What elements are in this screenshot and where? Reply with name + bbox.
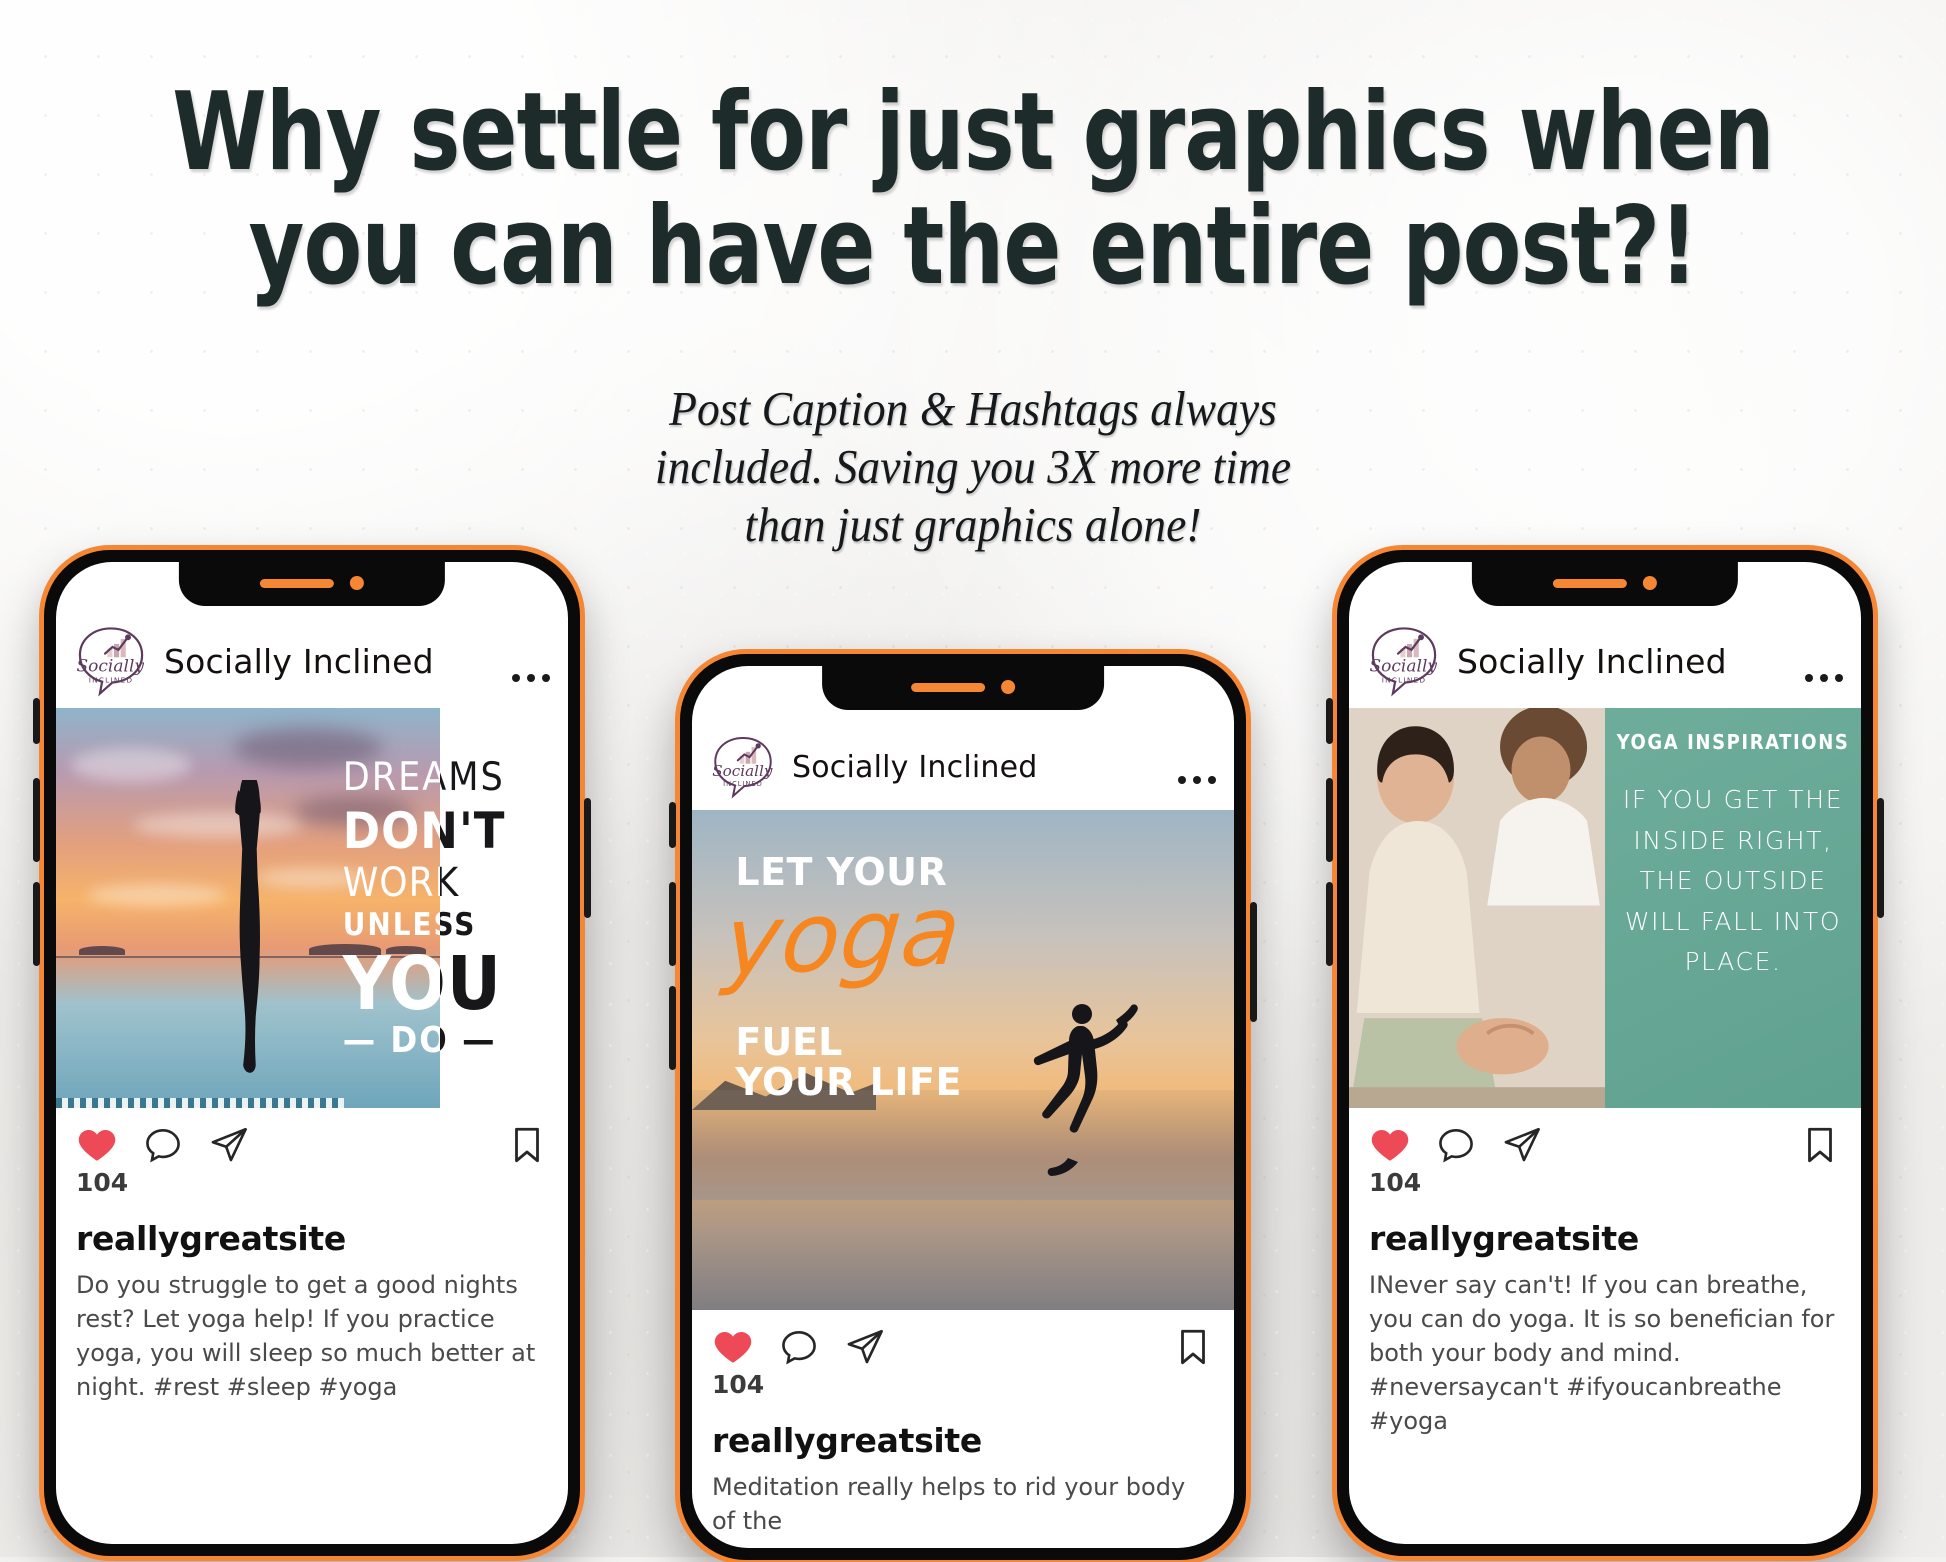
post-caption: INever say can't! If you can breathe, yo…	[1369, 1271, 1835, 1436]
like-count: 104	[76, 1168, 129, 1197]
more-options-icon[interactable]	[1178, 776, 1216, 784]
post-handle[interactable]: reallygreatsite	[1349, 1197, 1861, 1258]
comment-icon[interactable]	[778, 1326, 820, 1368]
green-quote-panel: YOGA INSPIRATIONS IF YOU GET THE INSIDE …	[1605, 708, 1861, 1108]
post-actions-1	[56, 1108, 568, 1166]
phone-1-volume-down-button[interactable]	[33, 882, 40, 966]
post-actions-3	[1349, 1108, 1861, 1166]
brand-logo-icon: Socially INCLINED	[1367, 624, 1441, 698]
phone-3-notch	[1471, 562, 1739, 606]
phone-3-power-button[interactable]	[1877, 798, 1884, 918]
brand-name: Socially Inclined	[792, 749, 1038, 785]
bookmark-icon[interactable]	[1172, 1326, 1214, 1368]
share-icon[interactable]	[1501, 1124, 1543, 1166]
speaker-icon	[259, 578, 334, 588]
comment-icon[interactable]	[1435, 1124, 1477, 1166]
phone-3-mute-button[interactable]	[1326, 698, 1333, 744]
phone-3-screen: Socially INCLINED Socially Inclined YOGA…	[1349, 562, 1861, 1544]
heart-icon[interactable]	[712, 1326, 754, 1368]
post-handle[interactable]: reallygreatsite	[56, 1197, 568, 1258]
camera-icon	[349, 576, 364, 590]
like-count: 104	[1369, 1168, 1422, 1197]
svg-text:Socially: Socially	[1370, 656, 1438, 676]
decorative-stripe	[56, 1098, 344, 1108]
meditation-photo	[1349, 708, 1605, 1108]
bookmark-icon[interactable]	[1799, 1124, 1841, 1166]
speaker-icon	[1552, 578, 1627, 588]
headline-line-1: Why settle for just graphics when	[172, 70, 1774, 195]
subtitle-line-3: than just graphics alone!	[744, 496, 1202, 552]
svg-text:INCLINED: INCLINED	[723, 780, 763, 788]
brand-logo-icon: Socially INCLINED	[710, 734, 776, 800]
phone-2-volume-up-button[interactable]	[669, 882, 676, 966]
camera-icon	[1000, 680, 1015, 694]
svg-text:INCLINED: INCLINED	[89, 675, 134, 684]
post-header-1: Socially INCLINED Socially Inclined	[56, 602, 568, 708]
phone-3-volume-down-button[interactable]	[1326, 882, 1333, 966]
headline-line-2: you can have the entire post?!	[248, 184, 1699, 310]
sunset-yoga-photo	[56, 708, 440, 1108]
comment-icon[interactable]	[142, 1124, 184, 1166]
post-caption: Meditation really helps to rid your body…	[712, 1473, 1186, 1536]
post-caption: Do you struggle to get a good nights res…	[76, 1271, 536, 1402]
brand-name: Socially Inclined	[1457, 641, 1727, 681]
page-subtitle: Post Caption & Hashtags always included.…	[68, 380, 1878, 553]
post-handle[interactable]: reallygreatsite	[692, 1399, 1234, 1460]
post-actions-2	[692, 1310, 1234, 1368]
phone-2-notch	[822, 666, 1104, 710]
phone-1-volume-up-button[interactable]	[33, 778, 40, 862]
camera-icon	[1642, 576, 1657, 590]
phone-mockup-2: Socially INCLINED Socially Inclined LET …	[669, 649, 1257, 1562]
more-options-icon[interactable]	[1805, 674, 1843, 682]
post-artwork-3: YOGA INSPIRATIONS IF YOU GET THE INSIDE …	[1349, 708, 1861, 1108]
post-media-3[interactable]: YOGA INSPIRATIONS IF YOU GET THE INSIDE …	[1349, 674, 1861, 1108]
artwork-script-word: yoga	[719, 873, 965, 999]
svg-text:INCLINED: INCLINED	[1382, 675, 1427, 684]
share-icon[interactable]	[844, 1326, 886, 1368]
speaker-icon	[910, 682, 985, 692]
phone-mockup-3: Socially INCLINED Socially Inclined YOGA…	[1326, 545, 1884, 1561]
more-options-icon[interactable]	[512, 674, 550, 682]
phone-2-volume-down-button[interactable]	[669, 986, 676, 1070]
share-icon[interactable]	[208, 1124, 250, 1166]
like-count: 104	[712, 1370, 765, 1399]
dancer-silhouette-icon	[1033, 1004, 1138, 1176]
phone-1-notch	[178, 562, 446, 606]
artwork-kicker: YOGA INSPIRATIONS	[1616, 730, 1850, 754]
phone-1-mute-button[interactable]	[33, 698, 40, 744]
subtitle-line-2: included. Saving you 3X more time	[654, 438, 1292, 494]
post-artwork-1: DREAMS DON'T WORK UNLESS YOU — DO — DREA…	[56, 708, 568, 1108]
subtitle-line-1: Post Caption & Hashtags always	[669, 381, 1277, 436]
brand-logo-icon: Socially INCLINED	[74, 624, 148, 698]
artwork-quote: IF YOU GET THE INSIDE RIGHT, THE OUTSIDE…	[1622, 785, 1844, 976]
artwork-line-2: FUEL	[735, 1020, 843, 1064]
phone-1-screen: Socially INCLINED Socially Inclined DREA…	[56, 562, 568, 1544]
phone-mockup-1: Socially INCLINED Socially Inclined DREA…	[33, 545, 591, 1561]
phone-2-mute-button[interactable]	[669, 802, 676, 848]
post-media-1[interactable]: DREAMS DON'T WORK UNLESS YOU — DO — DREA…	[56, 674, 568, 1108]
page-title: Why settle for just graphics when you ca…	[117, 75, 1829, 305]
brand-name: Socially Inclined	[164, 641, 434, 681]
svg-text:Socially: Socially	[77, 656, 145, 676]
post-media-2[interactable]: LET YOUR yoga FUEL YOUR LIFE	[692, 776, 1234, 1310]
phone-1-power-button[interactable]	[584, 798, 591, 918]
yogi-silhouette-icon	[235, 780, 261, 1073]
svg-text:Socially: Socially	[712, 762, 773, 780]
artwork-line-3: YOUR LIFE	[735, 1060, 962, 1104]
bookmark-icon[interactable]	[506, 1124, 548, 1166]
phone-3-volume-up-button[interactable]	[1326, 778, 1333, 862]
post-artwork-2: LET YOUR yoga FUEL YOUR LIFE	[692, 810, 1234, 1310]
heart-icon[interactable]	[76, 1124, 118, 1166]
post-header-2: Socially INCLINED Socially Inclined	[692, 712, 1234, 810]
post-header-3: Socially INCLINED Socially Inclined	[1349, 602, 1861, 708]
phone-2-power-button[interactable]	[1250, 902, 1257, 1022]
heart-icon[interactable]	[1369, 1124, 1411, 1166]
phone-2-screen: Socially INCLINED Socially Inclined LET …	[692, 666, 1234, 1548]
